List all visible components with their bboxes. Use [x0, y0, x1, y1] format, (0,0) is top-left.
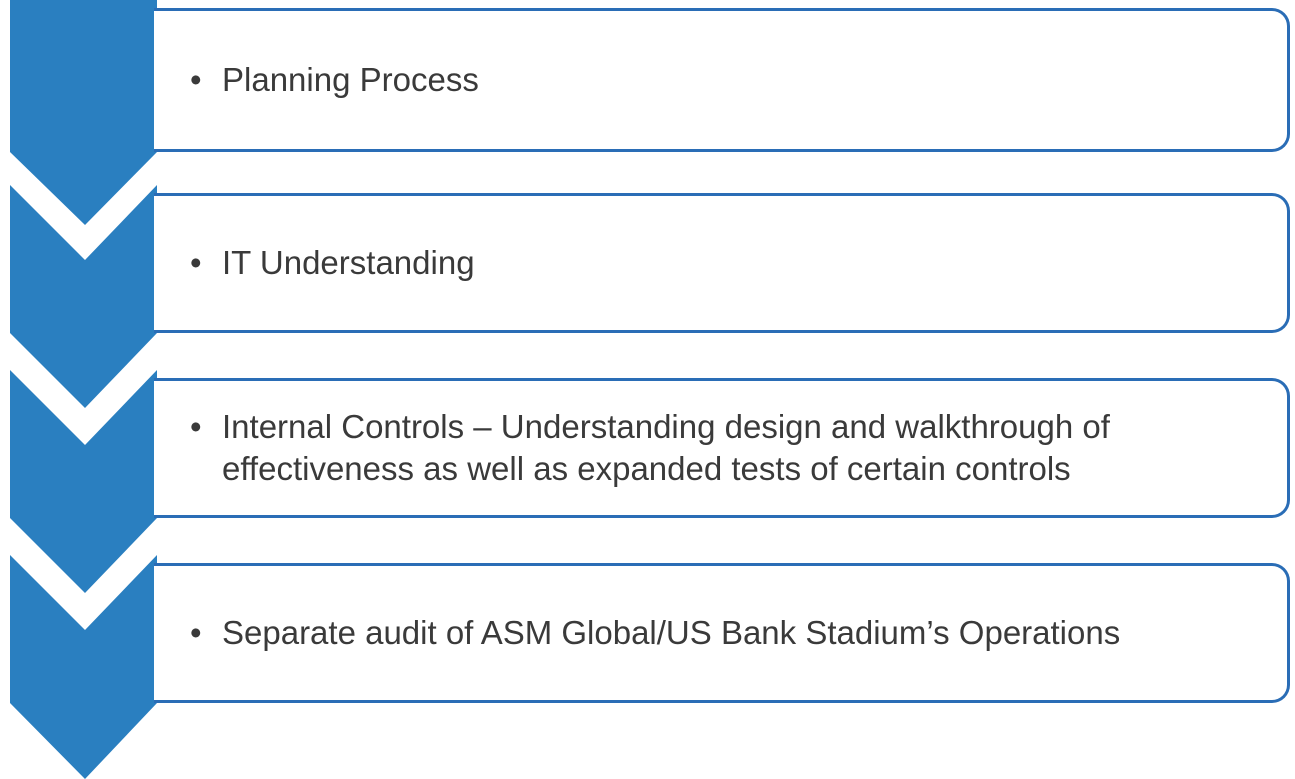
- step-text: • IT Understanding: [190, 242, 475, 284]
- bullet: •: [190, 61, 202, 98]
- step-box-4: • Separate audit of ASM Global/US Bank S…: [154, 563, 1290, 703]
- chevron-column: [10, 0, 157, 779]
- step-list: • Internal Controls – Understanding desi…: [154, 406, 1287, 490]
- step-text: • Separate audit of ASM Global/US Bank S…: [190, 612, 1120, 654]
- step-box-3: • Internal Controls – Understanding desi…: [154, 378, 1290, 518]
- step-list: • IT Understanding: [154, 242, 495, 284]
- step-list: • Separate audit of ASM Global/US Bank S…: [154, 612, 1140, 654]
- step-label: Internal Controls – Understanding design…: [222, 408, 1110, 487]
- step-label: Separate audit of ASM Global/US Bank Sta…: [222, 614, 1121, 651]
- bullet: •: [190, 614, 202, 651]
- step-text: • Internal Controls – Understanding desi…: [190, 406, 1267, 490]
- chevron-step-1: [10, 0, 157, 225]
- process-flow-diagram: • Planning Process • IT Understanding • …: [0, 0, 1295, 779]
- bullet: •: [190, 244, 202, 281]
- step-label: Planning Process: [222, 61, 479, 98]
- step-text: • Planning Process: [190, 59, 479, 101]
- step-label: IT Understanding: [222, 244, 475, 281]
- step-box-2: • IT Understanding: [154, 193, 1290, 333]
- step-list: • Planning Process: [154, 59, 499, 101]
- step-box-1: • Planning Process: [154, 8, 1290, 152]
- bullet: •: [190, 408, 202, 445]
